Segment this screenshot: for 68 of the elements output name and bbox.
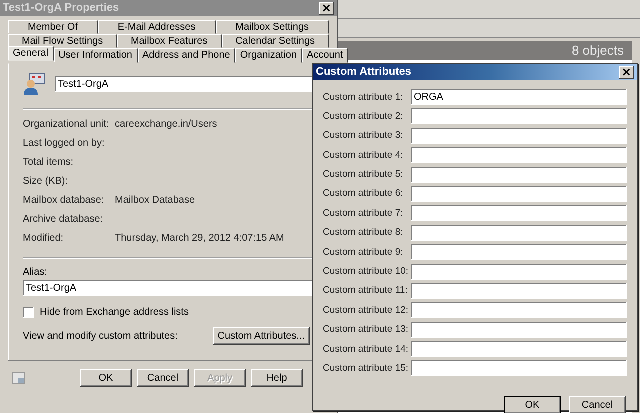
tab[interactable]: General bbox=[8, 46, 54, 61]
alias-label: Alias: bbox=[23, 267, 48, 278]
field-label: Custom attribute 10: bbox=[323, 266, 410, 278]
attribute-field[interactable] bbox=[411, 108, 627, 124]
tab[interactable]: E-Mail Addresses bbox=[98, 20, 216, 34]
checkbox[interactable] bbox=[23, 307, 34, 318]
attribute-field[interactable] bbox=[411, 128, 627, 144]
tab[interactable]: Member Of bbox=[8, 20, 98, 34]
attribute-field[interactable] bbox=[411, 302, 627, 318]
field-label: Total items: bbox=[23, 157, 75, 168]
tab[interactable]: User Information bbox=[54, 48, 138, 63]
attribute-field[interactable]: ORGA bbox=[411, 89, 627, 105]
custom-attributes-button[interactable]: Custom Attributes... bbox=[212, 327, 310, 345]
attribute-field[interactable] bbox=[411, 205, 627, 222]
field-label: Custom attribute 9: bbox=[323, 246, 404, 258]
field-label: Custom attribute 14: bbox=[323, 344, 410, 355]
field-label: Custom attribute 13: bbox=[323, 324, 410, 336]
field-label: Custom attribute 6: bbox=[323, 188, 404, 200]
dialog-button[interactable]: OK bbox=[80, 369, 132, 387]
field-label: Mailbox database: bbox=[23, 195, 106, 206]
attribute-field[interactable] bbox=[411, 244, 627, 260]
tab[interactable]: Organization bbox=[235, 48, 302, 63]
dialog-button[interactable]: Help bbox=[251, 369, 303, 387]
tab[interactable]: Account bbox=[302, 48, 348, 63]
field-value: careexchange.in/Users bbox=[115, 119, 218, 130]
dialog-button[interactable]: Cancel bbox=[137, 369, 189, 387]
attribute-field[interactable] bbox=[411, 341, 627, 358]
field-label: Custom attribute 4: bbox=[323, 150, 404, 161]
tab[interactable]: Address and Phone bbox=[138, 48, 236, 63]
attribute-field[interactable] bbox=[411, 186, 627, 202]
field-label: Archive database: bbox=[23, 214, 104, 225]
field-label: Organizational unit: bbox=[23, 119, 110, 130]
window-title: Test1-OrgA Properties bbox=[3, 2, 120, 14]
field-label: Custom attribute 7: bbox=[323, 208, 404, 219]
tab[interactable]: Calendar Settings bbox=[222, 34, 330, 48]
field-label: Custom attribute 11: bbox=[323, 285, 409, 296]
mailbox-user-icon bbox=[23, 72, 47, 96]
name-field[interactable]: Test1-OrgA bbox=[55, 76, 314, 92]
field-value: Mailbox Database bbox=[115, 195, 196, 206]
field-label: Custom attribute 15: bbox=[323, 362, 410, 374]
tab[interactable]: Mailbox Features bbox=[117, 34, 222, 48]
attribute-field[interactable] bbox=[411, 360, 627, 376]
field-label: Custom attribute 8: bbox=[323, 227, 404, 238]
tab[interactable]: Mailbox Settings bbox=[216, 20, 330, 34]
attribute-field[interactable] bbox=[411, 322, 627, 338]
field-label: Custom attribute 1: bbox=[323, 92, 404, 102]
close-button[interactable]: × bbox=[619, 66, 634, 78]
field-label: Last logged on by: bbox=[23, 138, 106, 149]
attribute-field[interactable] bbox=[411, 282, 627, 299]
field-label: Size (KB): bbox=[23, 176, 70, 187]
field-label: Custom attribute 3: bbox=[323, 130, 404, 142]
attribute-field[interactable] bbox=[411, 264, 627, 280]
custom-attributes-label: View and modify custom attributes: bbox=[23, 330, 178, 342]
window-icon[interactable] bbox=[12, 372, 25, 384]
dialog-button[interactable]: OK bbox=[504, 396, 561, 413]
field-label: Custom attribute 5: bbox=[323, 169, 404, 180]
attribute-field[interactable] bbox=[411, 224, 627, 241]
dialog-title: Custom Attributes bbox=[316, 66, 412, 78]
checkbox-label: Hide from Exchange address lists bbox=[40, 307, 189, 318]
field-value: Thursday, March 29, 2012 4:07:15 AM bbox=[115, 233, 284, 244]
dialog-button[interactable]: Cancel bbox=[569, 396, 626, 413]
attribute-field[interactable] bbox=[411, 147, 627, 164]
field-label: Custom attribute 2: bbox=[323, 110, 404, 122]
tab[interactable]: Mail Flow Settings bbox=[8, 34, 118, 48]
attribute-field[interactable] bbox=[411, 166, 627, 183]
field-label: Custom attribute 12: bbox=[323, 304, 410, 316]
object-count: 8 objects bbox=[572, 43, 624, 58]
field-label: Modified: bbox=[23, 233, 65, 244]
